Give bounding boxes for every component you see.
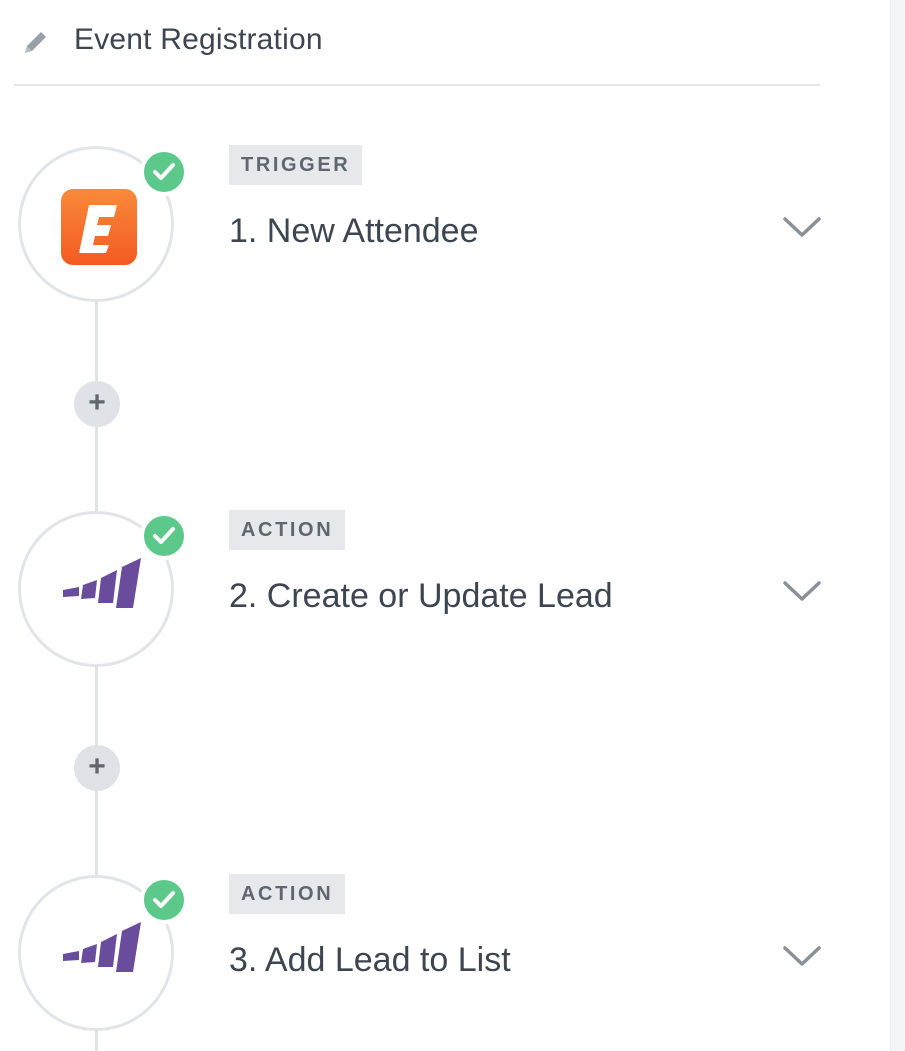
- zap-header: Event Registration: [14, 0, 820, 86]
- plus-icon: +: [88, 750, 106, 783]
- check-icon: [140, 876, 188, 924]
- connector-line: [95, 1030, 98, 1051]
- plus-icon: +: [88, 386, 106, 419]
- check-icon: [140, 148, 188, 196]
- marketo-logo-icon: [59, 556, 141, 621]
- right-panel: [890, 0, 905, 1051]
- chevron-down-icon[interactable]: [782, 943, 822, 969]
- step-title[interactable]: 2. Create or Update Lead: [229, 577, 613, 616]
- step-title[interactable]: 3. Add Lead to List: [229, 941, 511, 980]
- check-icon: [140, 512, 188, 560]
- step-type-badge: TRIGGER: [229, 145, 363, 185]
- eventbrite-logo-icon: [59, 187, 139, 272]
- add-step-button[interactable]: +: [74, 381, 120, 427]
- step-type-badge: ACTION: [229, 874, 346, 914]
- step-title[interactable]: 1. New Attendee: [229, 212, 479, 251]
- step-type-badge: ACTION: [229, 510, 346, 550]
- pencil-icon[interactable]: [22, 28, 50, 56]
- zap-title[interactable]: Event Registration: [74, 23, 323, 57]
- add-step-button[interactable]: +: [74, 745, 120, 791]
- marketo-logo-icon: [59, 920, 141, 985]
- chevron-down-icon[interactable]: [782, 578, 822, 604]
- chevron-down-icon[interactable]: [782, 214, 822, 240]
